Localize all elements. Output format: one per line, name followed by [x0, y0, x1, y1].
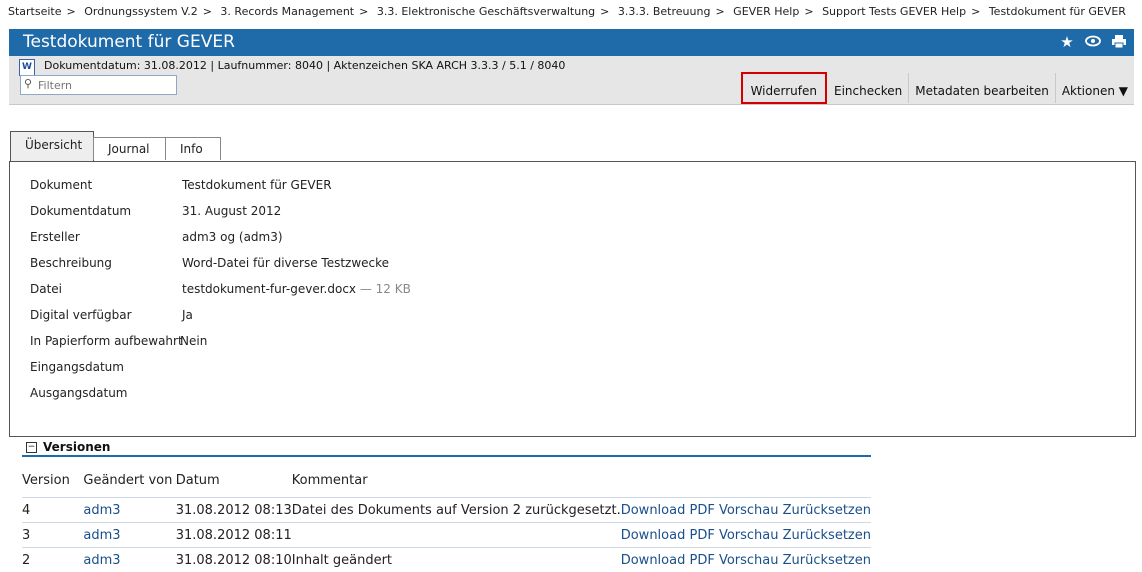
version-date: 31.08.2012 08:11: [175, 522, 292, 547]
field-row: Ersteller adm3 og (adm3): [30, 230, 283, 244]
user-link[interactable]: adm3: [83, 503, 120, 518]
title-bar: Testdokument für GEVER ★: [9, 29, 1134, 56]
version-date: 31.08.2012 08:10: [175, 547, 292, 572]
field-label: Ausgangsdatum: [30, 386, 128, 400]
breadcrumb-item[interactable]: Ordnungssystem V.2: [84, 5, 197, 18]
table-row: 2 adm3 31.08.2012 08:10 Inhalt geändert …: [22, 547, 871, 572]
breadcrumb-item[interactable]: Support Tests GEVER Help: [822, 5, 966, 18]
overview-panel: Dokument Testdokument für GEVER Dokumentd…: [9, 161, 1136, 437]
field-row: Dokument Testdokument für GEVER: [30, 178, 332, 192]
field-row: Eingangsdatum: [30, 360, 182, 374]
pdf-preview-link[interactable]: PDF Vorschau: [689, 553, 778, 568]
column-header: Version: [22, 472, 70, 488]
field-label: Dokument: [30, 178, 93, 192]
print-icon[interactable]: [1110, 34, 1128, 50]
breadcrumb-current: Testdokument für GEVER: [988, 5, 1126, 18]
file-size: — 12 KB: [359, 282, 411, 296]
breadcrumb-item[interactable]: 3.3. Elektronische Geschäftsverwaltung: [377, 5, 595, 18]
field-row: Datei testdokument-fur-gever.docx — 12 KB: [30, 282, 411, 296]
column-header: Datum: [175, 472, 220, 488]
page-title: Testdokument für GEVER: [23, 32, 235, 52]
version-comment: Datei des Dokuments auf Version 2 zurück…: [291, 497, 621, 522]
star-icon[interactable]: ★: [1058, 34, 1076, 50]
filter-input[interactable]: [36, 76, 176, 94]
version-number: 2: [22, 547, 84, 572]
field-label: In Papierform aufbewahrt: [30, 334, 183, 348]
download-link[interactable]: Download: [621, 503, 686, 518]
version-comment: [291, 522, 621, 547]
word-document-icon: W: [19, 59, 35, 76]
breadcrumb-separator: >: [359, 5, 369, 18]
column-header-actions: [621, 463, 871, 497]
version-comment: Inhalt geändert: [291, 547, 621, 572]
version-date: 31.08.2012 08:13: [175, 497, 292, 522]
user-link[interactable]: adm3: [83, 553, 120, 568]
field-label: Datei: [30, 282, 63, 296]
action-toolbar: Widerrufen Einchecken Metadaten bearbeit…: [740, 72, 1134, 104]
field-label: Ersteller: [30, 230, 80, 244]
breadcrumb-separator: >: [804, 5, 814, 18]
document-meta-bar: W Dokumentdatum: 31.08.2012 | Laufnummer…: [9, 56, 1134, 105]
field-row: In Papierform aufbewahrtNein: [30, 334, 207, 348]
breadcrumb-item[interactable]: Startseite: [8, 5, 62, 18]
field-label: Beschreibung: [30, 256, 112, 270]
einchecken-button[interactable]: Einchecken: [828, 73, 908, 103]
download-link[interactable]: Download: [621, 553, 686, 568]
field-value: Nein: [180, 334, 208, 348]
tab-journal[interactable]: Journal: [93, 137, 166, 160]
breadcrumb-item[interactable]: 3. Records Management: [220, 5, 354, 18]
versions-section: − Versionen Version Geändert von Datum K…: [22, 440, 871, 568]
revert-link[interactable]: Zurücksetzen: [783, 503, 871, 518]
eye-icon[interactable]: [1084, 34, 1102, 50]
revert-link[interactable]: Zurücksetzen: [783, 553, 871, 568]
filter-field[interactable]: ⚲: [20, 75, 177, 95]
field-label: Digital verfügbar: [30, 308, 132, 322]
field-row: Beschreibung Word-Datei für diverse Testz…: [30, 256, 389, 270]
field-value: Word-Datei für diverse Testzwecke: [182, 256, 390, 270]
field-value: Testdokument für GEVER: [182, 178, 332, 192]
field-value: Ja: [182, 308, 193, 322]
column-header: Geändert von: [83, 472, 173, 488]
field-label: Dokumentdatum: [30, 204, 132, 218]
breadcrumb-item[interactable]: 3.3.3. Betreuung: [618, 5, 711, 18]
tab-info[interactable]: Info: [165, 137, 221, 160]
revert-link[interactable]: Zurücksetzen: [783, 528, 871, 543]
search-icon: ⚲: [24, 77, 33, 90]
column-header: Kommentar: [291, 472, 368, 488]
breadcrumb-separator: >: [66, 5, 76, 18]
widerrufen-button[interactable]: Widerrufen: [740, 72, 828, 104]
pdf-preview-link[interactable]: PDF Vorschau: [689, 503, 778, 518]
breadcrumb-separator: >: [971, 5, 981, 18]
pdf-preview-link[interactable]: PDF Vorschau: [689, 528, 778, 543]
version-number: 4: [22, 497, 84, 522]
versions-table: Version Geändert von Datum Kommentar 4 a…: [22, 463, 871, 572]
collapse-icon[interactable]: −: [26, 442, 37, 453]
version-number: 3: [22, 522, 84, 547]
breadcrumb: Startseite > Ordnungssystem V.2 > 3. Recor…: [8, 5, 1126, 18]
breadcrumb-separator: >: [715, 5, 725, 18]
table-row: 3 adm3 31.08.2012 08:11 Download PDF Vor…: [22, 522, 871, 547]
breadcrumb-separator: >: [202, 5, 212, 18]
versions-header[interactable]: − Versionen: [22, 440, 871, 457]
field-row: Digital verfügbar Ja: [30, 308, 193, 322]
versions-title: Versionen: [43, 440, 111, 454]
field-row: Dokumentdatum 31. August 2012: [30, 204, 281, 218]
aktionen-menu-button[interactable]: Aktionen ▼: [1054, 73, 1134, 103]
field-row: Ausgangsdatum: [30, 386, 182, 400]
user-link[interactable]: adm3: [83, 528, 120, 543]
creator-link[interactable]: adm3 og (adm3): [182, 230, 283, 244]
document-meta-text: Dokumentdatum: 31.08.2012 | Laufnummer: …: [44, 59, 566, 72]
breadcrumb-separator: >: [600, 5, 610, 18]
file-download-link[interactable]: testdokument-fur-gever.docx: [182, 282, 356, 296]
metadaten-bearbeiten-button[interactable]: Metadaten bearbeiten: [908, 73, 1055, 103]
field-label: Eingangsdatum: [30, 360, 124, 374]
table-row: 4 adm3 31.08.2012 08:13 Datei des Dokume…: [22, 497, 871, 522]
breadcrumb-item[interactable]: GEVER Help: [733, 5, 799, 18]
field-value: 31. August 2012: [182, 204, 282, 218]
tab-uebersicht[interactable]: Übersicht: [10, 131, 94, 161]
download-link[interactable]: Download: [621, 528, 686, 543]
